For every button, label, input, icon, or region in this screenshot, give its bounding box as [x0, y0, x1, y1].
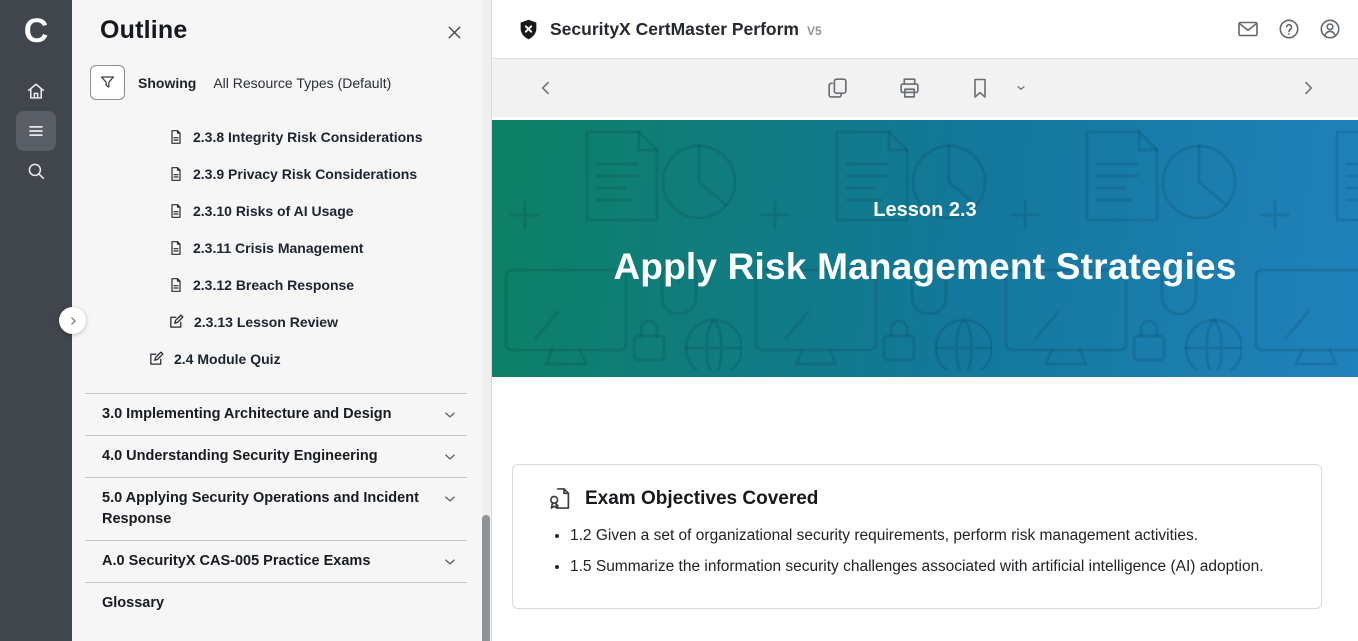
outline-item[interactable]: 2.3.13 Lesson Review: [72, 303, 491, 340]
outline-section-label: 4.0 Understanding Security Engineering: [102, 448, 378, 464]
rail-nav: [0, 71, 72, 191]
outline-item-label: 2.3.13 Lesson Review: [194, 314, 338, 330]
home-icon: [25, 80, 47, 102]
caret-down-icon: [1013, 80, 1029, 96]
outline-section[interactable]: 4.0 Understanding Security Engineering: [85, 435, 467, 477]
outline-section[interactable]: Glossary: [85, 582, 467, 624]
outline-scrollbar-thumb[interactable]: [482, 515, 490, 641]
account-icon: [1318, 17, 1342, 41]
lesson-number-label: Lesson 2.3: [873, 199, 976, 222]
rail-outline-button[interactable]: [16, 111, 56, 151]
bookmark-icon: [968, 76, 992, 100]
main-column: SecurityX CertMaster Perform V5: [491, 0, 1358, 641]
lesson-hero-banner: Lesson 2.3 Apply Risk Management Strateg…: [492, 120, 1358, 377]
copy-button[interactable]: [825, 76, 850, 101]
chevron-left-icon: [536, 78, 556, 98]
outline-item[interactable]: 2.3.10 Risks of AI Usage: [72, 192, 491, 229]
document-icon: [168, 203, 184, 219]
exam-objectives-card: Exam Objectives Covered 1.2 Given a set …: [512, 464, 1322, 609]
outline-item[interactable]: 2.4 Module Quiz: [72, 340, 491, 377]
panel-expander-button[interactable]: [59, 307, 86, 334]
help-icon: [1277, 17, 1301, 41]
chevron-down-icon: [441, 553, 459, 571]
showing-label: Showing: [138, 75, 196, 91]
outline-item[interactable]: 2.3.11 Crisis Management: [72, 229, 491, 266]
outline-section-label: 5.0 Applying Security Operations and Inc…: [102, 490, 419, 527]
next-page-button[interactable]: [1298, 78, 1318, 98]
outline-item-label: 2.3.10 Risks of AI Usage: [193, 203, 354, 219]
copy-icon: [825, 76, 850, 101]
edit-icon: [148, 350, 165, 367]
certificate-icon: [547, 485, 574, 512]
menu-icon: [25, 120, 47, 142]
mail-icon: [1236, 17, 1260, 41]
chevron-right-icon: [1298, 78, 1318, 98]
outline-item[interactable]: 2.3.12 Breach Response: [72, 266, 491, 303]
lesson-title: Apply Risk Management Strategies: [613, 246, 1236, 288]
document-icon: [168, 240, 184, 256]
print-icon: [897, 76, 922, 101]
mail-button[interactable]: [1236, 17, 1260, 41]
shield-logo-icon: [517, 18, 540, 41]
bookmark-menu-button[interactable]: [1013, 80, 1029, 96]
close-outline-button[interactable]: [444, 22, 465, 48]
edit-icon: [168, 313, 185, 330]
document-icon: [168, 129, 184, 145]
outline-section-label: A.0 SecurityX CAS-005 Practice Exams: [102, 553, 370, 569]
filter-button[interactable]: [90, 65, 125, 100]
chevron-down-icon: [441, 448, 459, 466]
outline-section-list: 3.0 Implementing Architecture and Design…: [85, 393, 467, 624]
outline-item-label: 2.3.8 Integrity Risk Considerations: [193, 129, 423, 145]
outline-item-label: 2.3.11 Crisis Management: [193, 240, 363, 256]
outline-item-label: 2.3.12 Breach Response: [193, 277, 354, 293]
outline-title: Outline: [100, 16, 188, 45]
outline-section[interactable]: 5.0 Applying Security Operations and Inc…: [85, 477, 467, 540]
outline-scrollbar[interactable]: [482, 0, 491, 641]
objective-bullet: 1.2 Given a set of organizational securi…: [570, 524, 1293, 548]
document-icon: [168, 166, 184, 182]
objective-bullet: 1.5 Summarize the information security c…: [570, 555, 1293, 579]
header-actions: [1236, 17, 1342, 41]
app-header: SecurityX CertMaster Perform V5: [492, 0, 1358, 59]
bookmark-button[interactable]: [968, 76, 992, 100]
document-icon: [168, 277, 184, 293]
outline-item[interactable]: 2.3.9 Privacy Risk Considerations: [72, 155, 491, 192]
outline-section-label: 3.0 Implementing Architecture and Design: [102, 406, 392, 422]
exam-objectives-title: Exam Objectives Covered: [585, 488, 818, 510]
chevron-down-icon: [441, 490, 459, 508]
outline-item-list: 2.3.8 Integrity Risk Considerations 2.3.9…: [72, 118, 491, 377]
close-icon: [444, 22, 465, 43]
outline-item-label: 2.3.9 Privacy Risk Considerations: [193, 166, 417, 182]
rail-home-button[interactable]: [16, 71, 56, 111]
exam-objectives-list: 1.2 Given a set of organizational securi…: [547, 524, 1293, 579]
outline-panel: Outline Showing All Resource Types (Defa…: [72, 0, 491, 641]
chevron-right-icon: [67, 315, 79, 327]
lesson-toolbar: [492, 59, 1358, 117]
funnel-icon: [98, 73, 117, 92]
outline-section[interactable]: 3.0 Implementing Architecture and Design: [85, 393, 467, 435]
left-rail: C: [0, 0, 72, 641]
version-label: V5: [807, 24, 822, 38]
outline-section-label: Glossary: [102, 595, 164, 611]
search-icon: [25, 160, 47, 182]
chevron-down-icon: [441, 406, 459, 424]
outline-item[interactable]: 2.3.8 Integrity Risk Considerations: [72, 118, 491, 155]
rail-search-button[interactable]: [16, 151, 56, 191]
account-button[interactable]: [1318, 17, 1342, 41]
app-logo: C: [0, 0, 72, 56]
filter-value: All Resource Types (Default): [213, 75, 391, 91]
outline-item-label: 2.4 Module Quiz: [174, 351, 281, 367]
product-title: SecurityX CertMaster Perform: [550, 19, 799, 40]
previous-page-button[interactable]: [536, 78, 556, 98]
help-button[interactable]: [1277, 17, 1301, 41]
lesson-content: Exam Objectives Covered 1.2 Given a set …: [492, 377, 1358, 641]
print-button[interactable]: [897, 76, 922, 101]
outline-section[interactable]: A.0 SecurityX CAS-005 Practice Exams: [85, 540, 467, 582]
